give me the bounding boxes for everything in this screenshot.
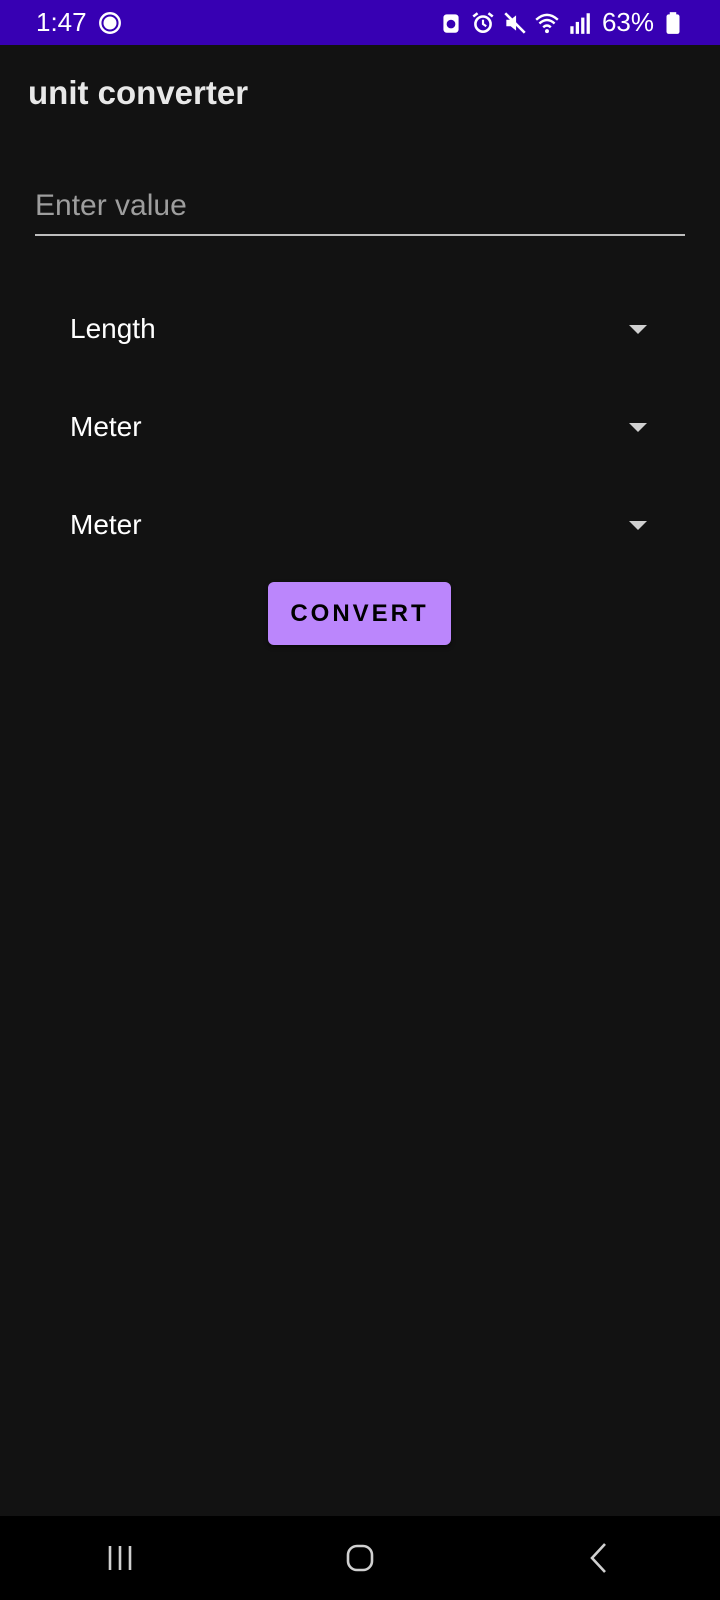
battery-icon [660,10,686,36]
status-right: 63% [438,7,686,38]
recents-icon [108,1546,132,1570]
mute-icon [502,10,528,36]
value-field [35,180,685,236]
dropdown-arrow-icon [629,324,647,334]
alarm-icon [470,10,496,36]
app-title: unit converter [28,74,249,111]
battery-percent: 63% [601,7,654,37]
from-unit-spinner-value: Meter [70,411,142,442]
signal-messenger-icon [97,10,123,36]
status-time: 1:47 [36,7,87,37]
dropdown-arrow-icon [629,520,647,530]
value-input[interactable] [35,180,685,232]
back-button[interactable] [560,1528,640,1588]
dropdown-arrow-icon [629,422,647,432]
cell-signal-icon [566,10,592,36]
recents-button[interactable] [80,1528,160,1588]
to-unit-spinner-value: Meter [70,509,142,540]
status-bar: 1:47 63% [0,0,720,45]
category-spinner-value: Length [70,313,156,344]
wifi-icon [534,10,560,36]
home-button[interactable] [320,1528,400,1588]
status-left: 1:47 [36,7,123,38]
to-unit-spinner[interactable]: Meter [35,489,685,561]
back-icon [590,1543,606,1573]
navigation-bar [0,1516,720,1600]
category-spinner[interactable]: Length [35,293,685,365]
home-icon [346,1544,374,1572]
screen: 1:47 63% unit converter Enter value Leng… [0,0,720,1600]
dnd-alarm-icon [438,10,464,36]
convert-button[interactable]: CONVERT [268,582,451,645]
from-unit-spinner[interactable]: Meter [35,391,685,463]
